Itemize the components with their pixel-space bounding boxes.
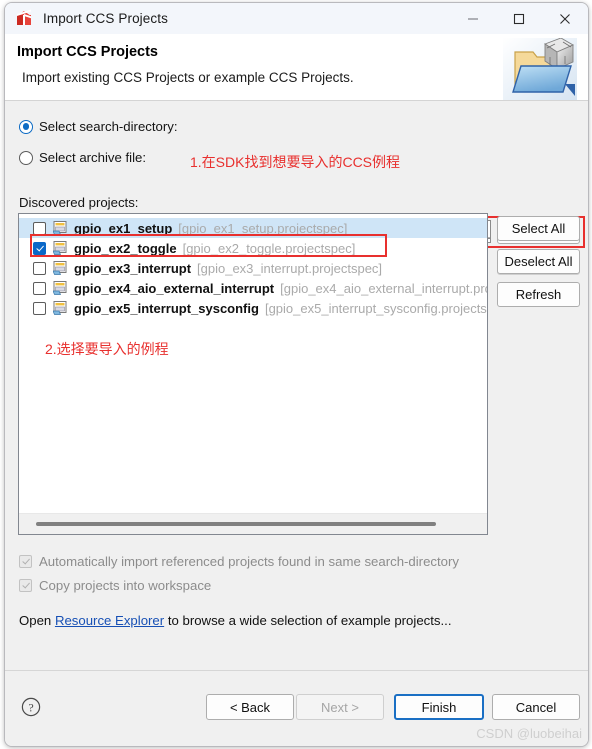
project-checkbox[interactable] bbox=[33, 241, 46, 255]
project-name: gpio_ex4_aio_external_interrupt bbox=[74, 280, 275, 296]
resource-explorer-link[interactable]: Resource Explorer bbox=[55, 613, 164, 628]
window-title: Import CCS Projects bbox=[43, 11, 168, 26]
project-name: gpio_ex3_interrupt bbox=[74, 260, 192, 276]
project-name: gpio_ex1_setup bbox=[74, 220, 173, 236]
radio-indicator-archive-file[interactable] bbox=[19, 150, 33, 165]
project-spec: [gpio_ex4_aio_external_interrupt.proje bbox=[280, 280, 487, 296]
window-controls bbox=[450, 3, 588, 34]
footer-divider bbox=[5, 670, 588, 671]
project-icon bbox=[52, 301, 68, 315]
page-title: Import CCS Projects bbox=[17, 44, 158, 60]
close-icon[interactable] bbox=[542, 3, 588, 34]
option-label: Automatically import referenced projects… bbox=[39, 554, 459, 569]
dialog-window: Import CCS Projects Import CCS Projects … bbox=[4, 2, 589, 747]
watermark: CSDN @luobeihai bbox=[476, 726, 582, 741]
option-label: Copy projects into workspace bbox=[39, 578, 212, 593]
radio-indicator-search-directory[interactable] bbox=[19, 119, 33, 134]
note-prefix: Open bbox=[19, 613, 55, 628]
radio-label-archive-file: Select archive file: bbox=[39, 150, 147, 165]
project-checkbox[interactable] bbox=[33, 281, 46, 295]
ccs-cube-icon bbox=[16, 9, 33, 27]
back-button[interactable]: < Back bbox=[206, 694, 294, 720]
dialog-content: Select search-directory: Select archive … bbox=[5, 101, 588, 746]
project-icon bbox=[52, 241, 68, 255]
list-item[interactable]: gpio_ex5_interrupt_sysconfig [gpio_ex5_i… bbox=[19, 298, 487, 318]
finish-button[interactable]: Finish bbox=[394, 694, 484, 720]
discovered-projects-label: Discovered projects: bbox=[19, 195, 139, 210]
project-name: gpio_ex5_interrupt_sysconfig bbox=[74, 300, 259, 316]
project-name: gpio_ex2_toggle bbox=[74, 240, 177, 256]
list-item[interactable]: gpio_ex1_setup [gpio_ex1_setup.projectsp… bbox=[19, 218, 487, 238]
help-icon[interactable]: ? bbox=[21, 697, 41, 717]
option-auto-import-referenced[interactable]: Automatically import referenced projects… bbox=[19, 554, 459, 569]
list-item[interactable]: gpio_ex4_aio_external_interrupt [gpio_ex… bbox=[19, 278, 487, 298]
deselect-all-button[interactable]: Deselect All bbox=[497, 249, 580, 274]
scrollbar-thumb[interactable] bbox=[36, 522, 436, 526]
discovered-projects-list[interactable]: gpio_ex1_setup [gpio_ex1_setup.projectsp… bbox=[18, 213, 488, 535]
project-spec: [gpio_ex3_interrupt.projectspec] bbox=[197, 260, 383, 276]
option-checkbox[interactable] bbox=[19, 555, 32, 568]
project-spec: [gpio_ex1_setup.projectspec] bbox=[178, 220, 348, 236]
next-button[interactable]: Next > bbox=[296, 694, 384, 720]
select-all-button[interactable]: Select All bbox=[497, 216, 580, 241]
annotation-1: 1.在SDK找到想要导入的CCS例程 bbox=[190, 154, 401, 170]
project-checkbox[interactable] bbox=[33, 221, 46, 235]
project-spec: [gpio_ex5_interrupt_sysconfig.projectspe bbox=[264, 300, 487, 316]
project-icon bbox=[52, 281, 68, 295]
annotation-2: 2.选择要导入的例程 bbox=[45, 341, 169, 357]
cancel-button[interactable]: Cancel bbox=[492, 694, 580, 720]
radio-select-search-directory[interactable]: Select search-directory: bbox=[19, 119, 178, 134]
project-checkbox[interactable] bbox=[33, 261, 46, 275]
svg-text:?: ? bbox=[28, 700, 33, 714]
list-item[interactable]: gpio_ex2_toggle [gpio_ex2_toggle.project… bbox=[19, 238, 487, 258]
project-checkbox[interactable] bbox=[33, 301, 46, 315]
option-copy-into-workspace[interactable]: Copy projects into workspace bbox=[19, 578, 211, 593]
note-suffix: to browse a wide selection of example pr… bbox=[164, 613, 452, 628]
radio-select-archive-file[interactable]: Select archive file: bbox=[19, 150, 146, 165]
project-spec: [gpio_ex2_toggle.projectspec] bbox=[182, 240, 356, 256]
project-list-viewport: gpio_ex1_setup [gpio_ex1_setup.projectsp… bbox=[19, 214, 487, 514]
wizard-banner: Import CCS Projects Import existing CCS … bbox=[5, 34, 588, 101]
list-item[interactable]: gpio_ex3_interrupt [gpio_ex3_interrupt.p… bbox=[19, 258, 487, 278]
horizontal-scrollbar[interactable] bbox=[19, 513, 487, 534]
radio-label-search-directory: Select search-directory: bbox=[39, 119, 178, 134]
minimize-icon[interactable] bbox=[450, 3, 496, 34]
page-subtitle: Import existing CCS Projects or example … bbox=[22, 70, 354, 85]
refresh-button[interactable]: Refresh bbox=[497, 282, 580, 307]
option-checkbox[interactable] bbox=[19, 579, 32, 592]
folder-cube-icon bbox=[503, 37, 577, 100]
project-icon bbox=[52, 221, 68, 235]
maximize-icon[interactable] bbox=[496, 3, 542, 34]
project-icon bbox=[52, 261, 68, 275]
resource-explorer-note: Open Resource Explorer to browse a wide … bbox=[19, 613, 452, 628]
title-bar: Import CCS Projects bbox=[5, 3, 588, 35]
